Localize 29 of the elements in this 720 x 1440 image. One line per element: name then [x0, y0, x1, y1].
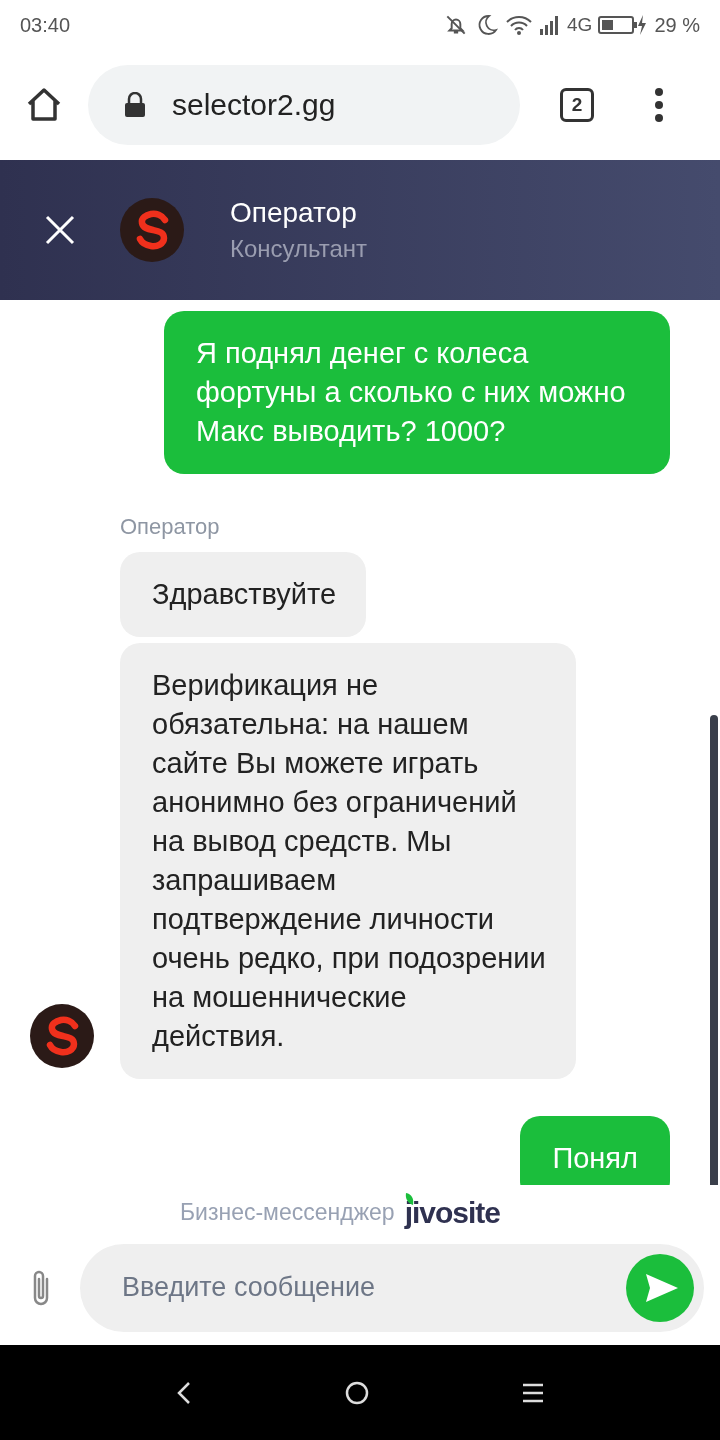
operator-role: Консультант: [230, 235, 367, 263]
received-message: Верификация не обязательна: на нашем сайте Вы можете играть анонимно без ограничений на вывод средств. Мы запрашиваем подтверждение личности очень редко, при подозрении на мошеннические действия.: [120, 643, 576, 1079]
scrollbar[interactable]: [710, 715, 718, 1185]
clock-time: 03:40: [20, 13, 71, 37]
home-nav-button[interactable]: [344, 1379, 370, 1406]
operator-name: Оператор: [230, 197, 358, 229]
send-icon: [644, 1271, 680, 1304]
avatar-logo-icon: [120, 198, 184, 262]
recents-button[interactable]: [522, 1382, 544, 1403]
received-message: Здравствуйте: [120, 552, 367, 637]
message-field[interactable]: Введите сообщение: [80, 1243, 704, 1332]
sender-name: Оператор: [120, 514, 221, 540]
tab-count-button[interactable]: 2: [560, 88, 594, 122]
sent-message: Понял: [520, 1116, 670, 1185]
address-bar[interactable]: selector2.gg: [88, 65, 520, 145]
sent-message: Я поднял денег с колеса фортуны а сколько с них можно Макс выводить? 1000?: [164, 311, 670, 474]
close-button[interactable]: [44, 214, 76, 246]
battery-percent: 29 %: [654, 13, 700, 37]
brand-logo[interactable]: jivosite: [404, 1195, 500, 1230]
back-button[interactable]: [176, 1380, 192, 1405]
battery-icon: [598, 14, 649, 36]
avatar-logo-icon: [30, 1004, 94, 1068]
menu-button[interactable]: [654, 87, 664, 123]
lock-icon: [124, 92, 146, 118]
network-label: 4G: [567, 14, 593, 36]
powered-by-label: Бизнес-мессенджер: [180, 1199, 395, 1226]
message-field[interactable]: Введите сообщение: [120, 1271, 626, 1304]
wifi-icon: [505, 13, 534, 37]
url-text: selector2.gg: [172, 88, 336, 122]
